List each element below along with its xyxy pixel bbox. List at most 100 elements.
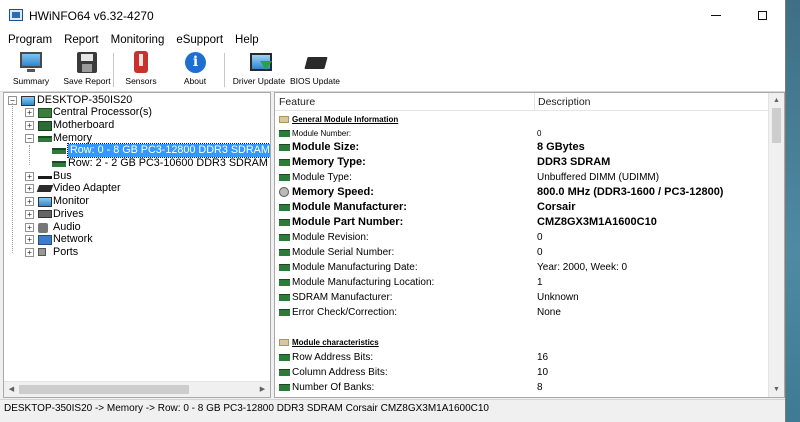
tree-item-motherboard[interactable]: + Motherboard bbox=[4, 119, 270, 132]
detail-row[interactable]: Module Manufacturing Location: 1 bbox=[275, 275, 770, 290]
feature-cell: Column Address Bits: bbox=[292, 367, 388, 378]
about-button[interactable]: i About bbox=[171, 51, 219, 89]
status-bar: DESKTOP-350IS20 -> Memory -> Row: 0 - 8 … bbox=[0, 399, 785, 422]
detail-row[interactable]: Module Type: Unbuffered DIMM (UDIMM) bbox=[275, 170, 770, 185]
tree-item-central-processor-s[interactable]: + Central Processor(s) bbox=[4, 106, 270, 119]
detail-row[interactable]: SDRAM Manufacturer: Unknown bbox=[275, 290, 770, 305]
details-list[interactable]: Feature Description General Module Infor… bbox=[274, 92, 785, 398]
detail-row[interactable]: Column Address Bits: 10 bbox=[275, 365, 770, 380]
memory-module-icon bbox=[279, 219, 290, 226]
description-cell: 1 bbox=[537, 277, 543, 288]
toolbar-label: Summary bbox=[12, 76, 50, 86]
feature-column-header[interactable]: Feature bbox=[279, 96, 315, 108]
detail-row[interactable]: Module Manufacturer: Corsair bbox=[275, 200, 770, 215]
minimize-icon bbox=[711, 15, 721, 16]
detail-row[interactable]: Module Manufacturing Date: Year: 2000, We… bbox=[275, 260, 770, 275]
menu-help[interactable]: Help bbox=[229, 31, 265, 49]
section-header-row[interactable]: Module characteristics bbox=[275, 335, 770, 350]
toolbar-label: Driver Update bbox=[232, 76, 286, 86]
description-column-header[interactable]: Description bbox=[538, 96, 591, 108]
memory-module-icon bbox=[279, 159, 290, 166]
feature-cell: Error Check/Correction: bbox=[292, 307, 398, 318]
maximize-button[interactable] bbox=[739, 0, 785, 31]
section-icon bbox=[279, 116, 289, 123]
expand-icon[interactable]: + bbox=[25, 197, 34, 206]
tree-item-ports[interactable]: + Ports bbox=[4, 246, 270, 259]
expand-icon[interactable]: + bbox=[25, 121, 34, 130]
expand-icon[interactable]: + bbox=[25, 172, 34, 181]
detail-row[interactable]: Error Check/Correction: None bbox=[275, 305, 770, 320]
info-icon: i bbox=[183, 51, 207, 75]
minimize-button[interactable] bbox=[693, 0, 739, 31]
memory-module-icon bbox=[279, 234, 290, 241]
toolbar: Summary Save Report Sensors i About Driver Up… bbox=[0, 49, 785, 92]
bios-chip-icon bbox=[303, 51, 328, 75]
tree-item-drives[interactable]: + Drives bbox=[4, 208, 270, 221]
tree-item-monitor[interactable]: + Monitor bbox=[4, 195, 270, 208]
detail-row[interactable]: Module Size: 8 GBytes bbox=[275, 140, 770, 155]
toolbar-label: Sensors bbox=[125, 76, 157, 86]
expand-icon[interactable]: + bbox=[25, 184, 34, 193]
tree-item-row-0-8-gb-pc3-12800-ddr3-sdram-corsair-[interactable]: Row: 0 - 8 GB PC3-12800 DDR3 SDRAM Corsa… bbox=[4, 143, 270, 158]
detail-row[interactable]: Module Number: 0 bbox=[275, 126, 770, 141]
detail-row[interactable]: Module Revision: 0 bbox=[275, 230, 770, 245]
detail-row[interactable]: Module Part Number: CMZ8GX3M1A1600C10 bbox=[275, 215, 770, 230]
tree-item-video-adapter[interactable]: + Video Adapter bbox=[4, 182, 270, 195]
toolbar-label: Save Report bbox=[63, 76, 111, 86]
tree-horizontal-scrollbar[interactable]: ◀ ▶ bbox=[4, 381, 270, 397]
tree-item-network[interactable]: + Network bbox=[4, 233, 270, 246]
driver-update-button[interactable]: Driver Update bbox=[231, 51, 287, 89]
detail-row[interactable]: Module Serial Number: 0 bbox=[275, 245, 770, 260]
sensors-button[interactable]: Sensors bbox=[118, 51, 164, 89]
toolbar-label: BIOS Update bbox=[289, 76, 341, 86]
details-scroll-thumb[interactable] bbox=[772, 108, 781, 143]
menu-monitoring[interactable]: Monitoring bbox=[105, 31, 171, 49]
section-icon bbox=[279, 339, 289, 346]
close-button[interactable]: ✕ bbox=[785, 0, 800, 31]
detail-row[interactable]: Memory Type: DDR3 SDRAM bbox=[275, 155, 770, 170]
tree-item-label: Ports bbox=[53, 246, 79, 258]
window-title: HWiNFO64 v6.32-4270 bbox=[29, 9, 154, 23]
section-header-row[interactable]: General Module Information bbox=[275, 112, 770, 127]
memory-module-icon bbox=[279, 369, 290, 376]
description-cell: None bbox=[537, 307, 561, 318]
expand-icon[interactable]: + bbox=[25, 108, 34, 117]
column-divider[interactable] bbox=[534, 93, 535, 110]
tree-item-label: Monitor bbox=[53, 195, 90, 207]
detail-row[interactable]: Memory Speed: 800.0 MHz (DDR3-1600 / PC3-… bbox=[275, 185, 770, 200]
feature-cell: Module Size: bbox=[292, 141, 360, 153]
scroll-right-arrow-icon[interactable]: ▶ bbox=[255, 382, 270, 397]
save-report-button[interactable]: Save Report bbox=[58, 51, 116, 89]
bios-update-button[interactable]: BIOS Update bbox=[289, 51, 341, 89]
description-cell: 0 bbox=[537, 129, 542, 138]
menu-report[interactable]: Report bbox=[58, 31, 105, 49]
scroll-down-arrow-icon[interactable]: ▼ bbox=[769, 382, 784, 397]
menu-esupport[interactable]: eSupport bbox=[170, 31, 229, 49]
motherboard-icon bbox=[38, 121, 52, 131]
description-cell: 0 bbox=[537, 247, 543, 258]
scroll-left-arrow-icon[interactable]: ◀ bbox=[4, 382, 19, 397]
scroll-up-arrow-icon[interactable]: ▲ bbox=[769, 93, 784, 108]
memory-module-icon bbox=[279, 264, 290, 271]
tree-item-label: Video Adapter bbox=[53, 182, 121, 194]
detail-row[interactable]: Number Of Banks: 8 bbox=[275, 380, 770, 395]
details-vertical-scrollbar[interactable]: ▲ ▼ bbox=[768, 93, 784, 397]
drive-icon bbox=[38, 210, 52, 218]
expand-icon[interactable]: + bbox=[25, 223, 34, 232]
feature-cell: Module Revision: bbox=[292, 232, 369, 243]
toolbar-separator bbox=[224, 53, 225, 87]
tree-scroll-thumb[interactable] bbox=[19, 385, 189, 394]
menu-program[interactable]: Program bbox=[2, 31, 58, 49]
collapse-icon[interactable]: − bbox=[25, 134, 34, 143]
bus-icon bbox=[38, 176, 52, 179]
device-tree[interactable]: − DESKTOP-350IS20 + Central Processor(s) + Mo… bbox=[3, 92, 271, 398]
expand-icon[interactable]: + bbox=[25, 235, 34, 244]
summary-button[interactable]: Summary bbox=[4, 51, 58, 89]
description-cell: Unbuffered DIMM (UDIMM) bbox=[537, 172, 660, 183]
feature-cell: SDRAM Manufacturer: bbox=[292, 292, 393, 303]
expand-icon[interactable]: + bbox=[25, 248, 34, 257]
detail-row[interactable]: Row Address Bits: 16 bbox=[275, 350, 770, 365]
tree-item-row-2-2-gb-pc3-10600-ddr3-sdram-kingston[interactable]: Row: 2 - 2 GB PC3-10600 DDR3 SDRAM Kings… bbox=[4, 157, 270, 170]
expand-icon[interactable]: + bbox=[25, 210, 34, 219]
driver-update-icon bbox=[247, 51, 272, 75]
